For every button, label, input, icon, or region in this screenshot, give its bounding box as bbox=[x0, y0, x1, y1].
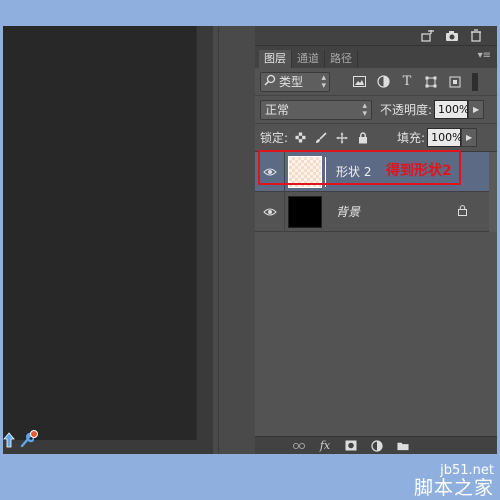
lock-icons bbox=[294, 131, 369, 144]
trash-icon[interactable] bbox=[469, 29, 483, 43]
smart-object-filter-icon[interactable] bbox=[448, 75, 462, 89]
panel-bottombar: fx bbox=[255, 436, 497, 454]
notification-badge bbox=[30, 430, 38, 438]
adjustment-filter-icon[interactable] bbox=[376, 75, 390, 89]
filter-type-label: 类型 bbox=[279, 75, 304, 89]
filter-icons: T bbox=[352, 74, 462, 89]
layer-row-background[interactable]: 背景 bbox=[255, 191, 497, 232]
tab-layers[interactable]: 图层 bbox=[259, 50, 292, 68]
lock-label: 锁定: bbox=[260, 131, 289, 145]
canvas-vertical-scrollbar[interactable] bbox=[196, 26, 213, 440]
move-to-panel-icon[interactable] bbox=[421, 29, 435, 43]
dock-divider bbox=[218, 26, 219, 454]
opacity-dropdown-icon[interactable]: ▶ bbox=[468, 100, 485, 119]
fill-dropdown-icon[interactable]: ▶ bbox=[461, 128, 478, 147]
filter-row: 类型 ▴ ▾ T bbox=[255, 68, 497, 96]
updown-caret-icon: ▴ ▾ bbox=[321, 72, 326, 91]
tab-paths[interactable]: 路径 bbox=[325, 50, 358, 68]
blend-mode-value: 正常 bbox=[265, 103, 290, 117]
fill-label: 填充: bbox=[397, 131, 426, 145]
watermark-name: 脚本之家 bbox=[413, 477, 494, 499]
filter-type-select[interactable]: 类型 ▴ ▾ bbox=[260, 71, 330, 92]
lock-brush-icon[interactable] bbox=[315, 131, 327, 144]
lock-all-icon[interactable] bbox=[357, 131, 369, 144]
updown-caret-icon: ▴ ▾ bbox=[362, 100, 367, 119]
tab-channels[interactable]: 通道 bbox=[292, 50, 325, 68]
fill-input[interactable]: 100% bbox=[427, 128, 463, 147]
text-filter-icon[interactable]: T bbox=[400, 74, 414, 89]
layer-thumbnail bbox=[288, 195, 322, 228]
panel-tabs: 图层 通道 路径 ▾≡ bbox=[255, 46, 497, 68]
lock-transparency-icon[interactable] bbox=[294, 132, 306, 144]
panel-dock-gap bbox=[213, 26, 255, 454]
layers-panel: 图层 通道 路径 ▾≡ 类型 ▴ ▾ T 正常 ▴ ▾ 不透明度: 100% ▶… bbox=[255, 26, 497, 454]
blend-row: 正常 ▴ ▾ 不透明度: 100% ▶ bbox=[255, 96, 497, 124]
link-layers-icon[interactable] bbox=[293, 440, 305, 452]
camera-icon[interactable] bbox=[445, 29, 459, 43]
watermark: jb51.net 脚本之家 bbox=[413, 463, 494, 499]
lock-move-icon[interactable] bbox=[336, 132, 348, 144]
image-filter-icon[interactable] bbox=[352, 75, 366, 89]
opacity-input[interactable]: 100% bbox=[434, 100, 470, 119]
shape-filter-icon[interactable] bbox=[424, 75, 438, 89]
lock-icon bbox=[458, 205, 467, 219]
annotation-text: 得到形状2 bbox=[386, 163, 452, 179]
layer-name[interactable]: 背景 bbox=[336, 203, 360, 220]
filter-toggle-switch[interactable] bbox=[472, 72, 478, 91]
new-group-icon[interactable] bbox=[397, 440, 409, 452]
layers-scrollbar[interactable] bbox=[489, 152, 497, 232]
fx-icon[interactable]: fx bbox=[319, 439, 331, 452]
arrow-up-icon[interactable] bbox=[3, 432, 17, 450]
search-icon bbox=[264, 74, 276, 89]
document-canvas[interactable] bbox=[3, 26, 196, 454]
watermark-url: jb51.net bbox=[440, 463, 494, 478]
eye-icon[interactable] bbox=[255, 191, 285, 232]
blend-mode-select[interactable]: 正常 ▴ ▾ bbox=[260, 99, 372, 120]
panel-menu-icon[interactable]: ▾≡ bbox=[478, 50, 491, 61]
panel-topbar bbox=[255, 26, 497, 46]
new-adjustment-icon[interactable] bbox=[371, 439, 383, 452]
lock-row: 锁定: 填充: 100% ▶ bbox=[255, 124, 497, 152]
canvas-status-bar bbox=[3, 440, 213, 454]
opacity-label: 不透明度: bbox=[380, 103, 433, 117]
add-mask-icon[interactable] bbox=[345, 440, 357, 452]
